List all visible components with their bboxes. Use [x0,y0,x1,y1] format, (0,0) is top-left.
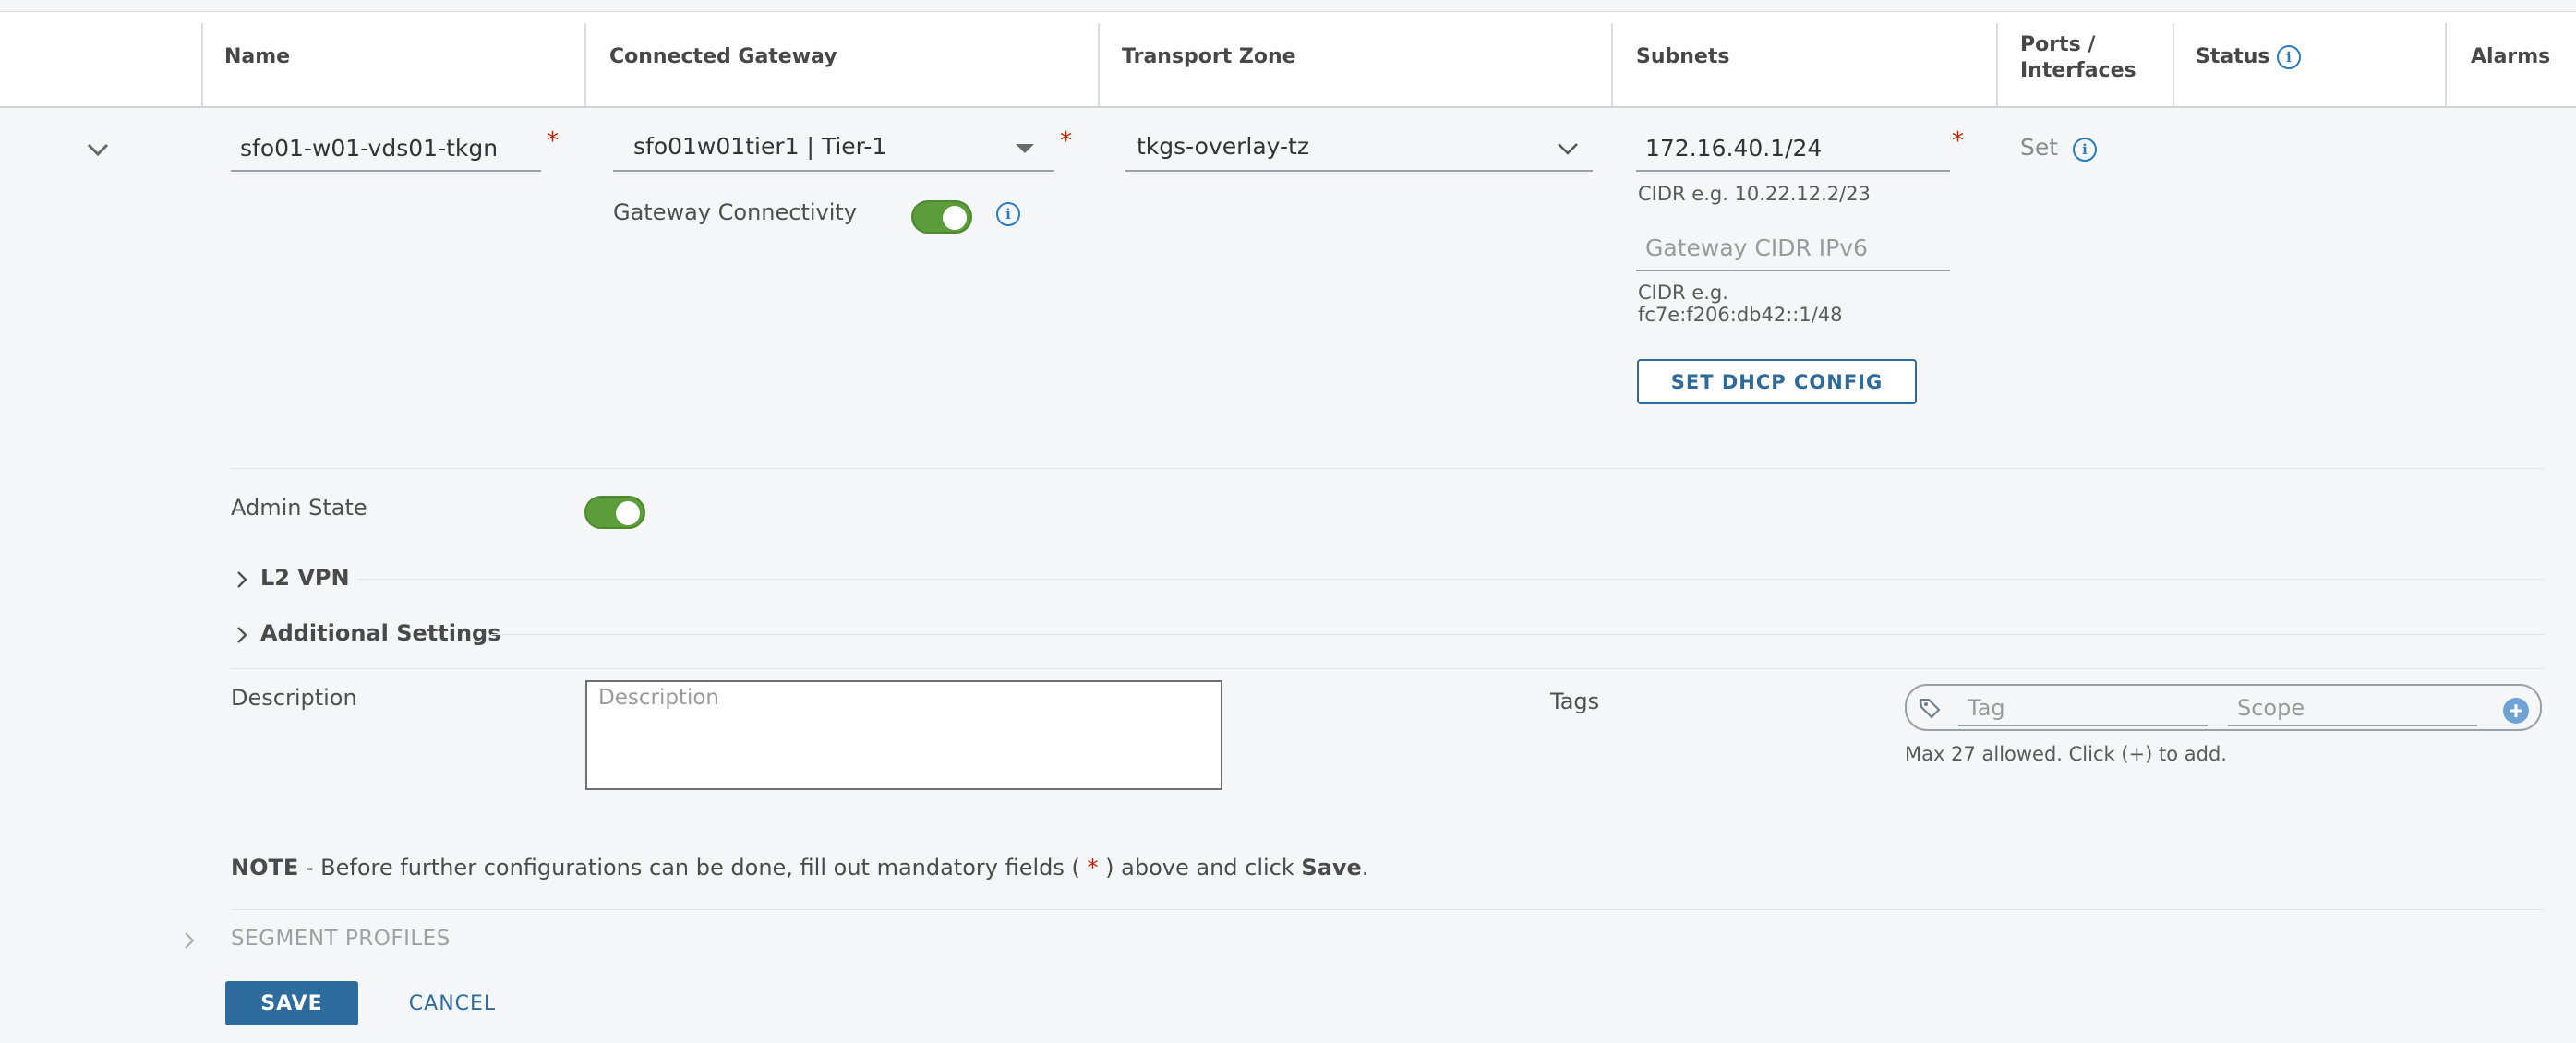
table-header: Name Connected Gateway Transport Zone Su… [0,11,2576,108]
transport-zone-select[interactable]: tkgs-overlay-tz [1125,126,1593,172]
additional-settings-title: Additional Settings [260,620,501,646]
subnet-hint: CIDR e.g. 10.22.12.2/23 [1638,183,1871,205]
segment-profiles-title: SEGMENT PROFILES [231,927,451,951]
cancel-button[interactable]: CANCEL [388,981,517,1025]
column-divider[interactable] [2173,23,2174,106]
column-divider[interactable] [201,23,203,106]
subnet-cidr-input[interactable] [1636,126,1950,172]
chevron-down-icon[interactable] [85,140,111,159]
column-divider[interactable] [584,23,586,106]
note-text: - Before further configurations can be d… [298,855,1088,881]
connected-gateway-select[interactable]: sfo01w01tier1 | Tier-1 [613,126,1054,172]
column-header-status[interactable]: Status [2196,44,2269,70]
l2vpn-title: L2 VPN [260,565,350,591]
divider [358,579,2544,580]
column-divider[interactable] [1611,23,1613,106]
chevron-down-icon [1558,143,1578,155]
tags-label: Tags [1550,689,1600,714]
divider [231,468,2544,469]
column-header-ports-line2[interactable]: Interfaces [2020,58,2137,84]
column-divider[interactable] [1996,23,1998,106]
chevron-right-icon [237,627,247,643]
column-divider[interactable] [1098,23,1100,106]
note-text: ) above and click [1098,855,1302,881]
segment-profiles-section-toggle[interactable]: SEGMENT PROFILES [183,925,552,954]
tag-input-group [1905,684,2542,731]
gateway-connectivity-label: Gateway Connectivity [613,199,858,225]
save-button[interactable]: SAVE [225,981,358,1025]
tags-hint: Max 27 allowed. Click (+) to add. [1905,743,2227,765]
segment-name-input[interactable] [231,126,541,172]
description-label: Description [231,685,357,711]
ports-info-icon[interactable]: i [2073,138,2097,162]
gateway-cidr-ipv6-input[interactable] [1636,225,1950,271]
ports-set-link[interactable]: Set [2020,134,2058,162]
column-header-name[interactable]: Name [224,44,290,70]
column-header-alarms[interactable]: Alarms [2471,44,2550,70]
note-required-marker: * [1087,855,1099,881]
divider [231,668,2544,669]
note-prefix: NOTE [231,855,299,881]
chevron-right-icon [237,571,247,588]
note-save-word: Save [1301,855,1362,881]
scope-input[interactable] [2228,691,2477,726]
required-marker: * [1952,127,1964,155]
dropdown-caret-icon [1016,144,1034,153]
ipv6-hint-line1: CIDR e.g. [1638,282,1728,304]
required-marker: * [547,127,559,155]
column-divider[interactable] [2445,23,2447,106]
admin-state-label: Admin State [231,495,367,521]
tag-icon [1919,699,1941,719]
gateway-connectivity-info-icon[interactable]: i [996,202,1020,226]
gateway-connectivity-toggle[interactable] [911,200,972,234]
mandatory-fields-note: NOTE - Before further configurations can… [231,854,1368,881]
set-dhcp-config-button[interactable]: SET DHCP CONFIG [1637,359,1917,404]
column-header-transport-zone[interactable]: Transport Zone [1122,44,1296,70]
divider [231,909,2544,910]
column-header-connected-gateway[interactable]: Connected Gateway [609,44,837,70]
required-marker: * [1060,127,1072,155]
ipv6-hint-line2: fc7e:f206:db42::1/48 [1638,304,1843,326]
connected-gateway-value: sfo01w01tier1 | Tier-1 [633,133,887,160]
divider [491,634,2544,635]
add-tag-plus-icon[interactable] [2502,697,2530,725]
note-end: . [1361,855,1369,881]
admin-state-toggle[interactable] [584,496,645,529]
status-info-icon[interactable]: i [2277,45,2301,69]
tag-input[interactable] [1958,691,2208,726]
column-header-ports-line1[interactable]: Ports / [2020,32,2095,58]
transport-zone-value: tkgs-overlay-tz [1137,133,1309,160]
description-textarea[interactable] [585,680,1222,790]
chevron-right-icon [185,932,195,949]
column-header-subnets[interactable]: Subnets [1636,44,1729,70]
